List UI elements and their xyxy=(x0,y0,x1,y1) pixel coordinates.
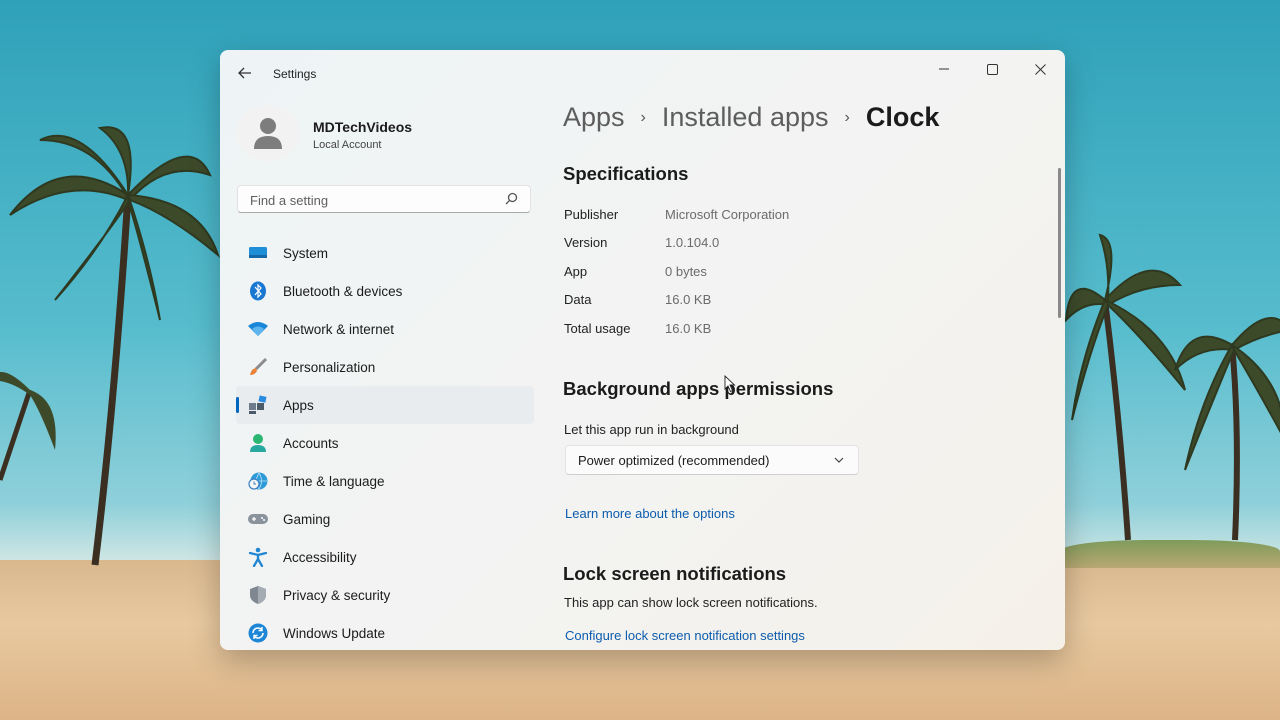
breadcrumb-installed-apps[interactable]: Installed apps xyxy=(662,102,829,133)
sidebar-item-system[interactable]: System xyxy=(236,234,534,272)
breadcrumb-apps[interactable]: Apps xyxy=(563,102,625,133)
chevron-right-icon: › xyxy=(640,108,646,126)
title-bar: Settings xyxy=(220,50,1065,96)
window-title: Settings xyxy=(273,67,317,81)
sidebar-item-privacy-security[interactable]: Privacy & security xyxy=(236,576,534,614)
learn-more-link[interactable]: Learn more about the options xyxy=(565,506,735,521)
sidebar-item-time-language[interactable]: Time & language xyxy=(236,462,534,500)
spec-value: 16.0 KB xyxy=(665,292,712,307)
spec-value: Microsoft Corporation xyxy=(665,207,790,222)
sidebar-item-accounts[interactable]: Accounts xyxy=(236,424,534,462)
page-title: Clock xyxy=(865,102,940,132)
close-button[interactable] xyxy=(1016,54,1064,84)
spec-label: App xyxy=(564,264,588,279)
spec-label: Data xyxy=(564,292,592,307)
chevron-right-icon: › xyxy=(844,108,850,126)
sidebar-item-gaming[interactable]: Gaming xyxy=(236,500,534,538)
dropdown-selected-value: Power optimized (recommended) xyxy=(578,452,770,468)
sidebar-item-apps[interactable]: Apps xyxy=(236,386,534,424)
background-permissions-heading: Background apps permissions xyxy=(563,378,834,399)
sidebar-item-label: Accounts xyxy=(283,435,339,451)
sidebar-item-accessibility[interactable]: Accessibility xyxy=(236,538,534,576)
spec-value: 1.0.104.0 xyxy=(665,235,720,250)
apps-icon xyxy=(247,394,269,416)
search-input[interactable] xyxy=(248,189,502,211)
sidebar-item-label: Personalization xyxy=(283,359,376,375)
sidebar-item-personalization[interactable]: Personalization xyxy=(236,348,534,386)
sidebar-item-windows-update[interactable]: Windows Update xyxy=(236,614,534,650)
lock-screen-heading: Lock screen notifications xyxy=(563,563,787,584)
back-button[interactable] xyxy=(232,62,258,84)
sidebar-item-label: Network & internet xyxy=(283,321,395,337)
brush-icon xyxy=(247,356,269,378)
configure-lock-screen-link[interactable]: Configure lock screen notification setti… xyxy=(565,628,805,643)
spec-value: 16.0 KB xyxy=(665,321,712,336)
background-run-label: Let this app run in background xyxy=(564,422,739,437)
minimize-icon xyxy=(939,68,949,70)
sidebar-item-label: System xyxy=(283,245,329,261)
spec-label: Total usage xyxy=(564,321,631,336)
update-icon xyxy=(247,622,269,644)
sidebar-item-label: Privacy & security xyxy=(283,587,391,603)
gamepad-icon xyxy=(247,508,269,530)
background-permission-dropdown[interactable]: Power optimized (recommended) xyxy=(565,445,859,475)
person-icon xyxy=(247,432,269,454)
user-avatar-icon xyxy=(254,118,282,149)
user-profile[interactable]: MDTechVideos Local Account xyxy=(236,105,536,161)
shield-icon xyxy=(247,584,269,606)
chevron-down-icon xyxy=(834,457,844,463)
sidebar-item-label: Bluetooth & devices xyxy=(283,283,403,299)
search-box xyxy=(237,185,531,213)
settings-window: Settings MDTechVideos Local Account Find… xyxy=(220,50,1065,650)
sidebar-nav: System Bluetooth & devices Network & int… xyxy=(236,234,534,650)
search-icon[interactable] xyxy=(505,192,518,205)
sidebar-item-network-internet[interactable]: Network & internet xyxy=(236,310,534,348)
sidebar-item-label: Gaming xyxy=(283,511,331,527)
close-icon xyxy=(1034,63,1046,75)
sidebar-item-label: Apps xyxy=(283,397,314,413)
content-scrollbar[interactable] xyxy=(1058,168,1061,318)
back-arrow-icon xyxy=(238,67,251,79)
accessibility-icon xyxy=(247,546,269,568)
sidebar-item-label: Windows Update xyxy=(283,625,386,641)
breadcrumb: Apps › Installed apps › Clock xyxy=(563,102,939,133)
monitor-icon xyxy=(247,242,269,264)
profile-account-type: Local Account xyxy=(313,139,382,151)
sidebar-item-label: Accessibility xyxy=(283,549,357,565)
maximize-icon xyxy=(986,63,998,75)
spec-label: Publisher xyxy=(564,207,619,222)
profile-name: MDTechVideos xyxy=(313,119,413,135)
bluetooth-icon xyxy=(247,280,269,302)
maximize-button[interactable] xyxy=(968,54,1016,84)
sidebar-item-bluetooth-devices[interactable]: Bluetooth & devices xyxy=(236,272,534,310)
sidebar-item-label: Time & language xyxy=(283,473,385,489)
avatar xyxy=(236,105,300,161)
mouse-cursor-icon xyxy=(724,375,736,393)
wifi-icon xyxy=(247,318,269,340)
spec-label: Version xyxy=(564,235,608,250)
specifications-heading: Specifications xyxy=(563,163,689,184)
lock-screen-description: This app can show lock screen notificati… xyxy=(564,595,818,610)
spec-value: 0 bytes xyxy=(665,264,707,279)
globe-clock-icon xyxy=(247,470,269,492)
minimize-button[interactable] xyxy=(920,54,968,84)
